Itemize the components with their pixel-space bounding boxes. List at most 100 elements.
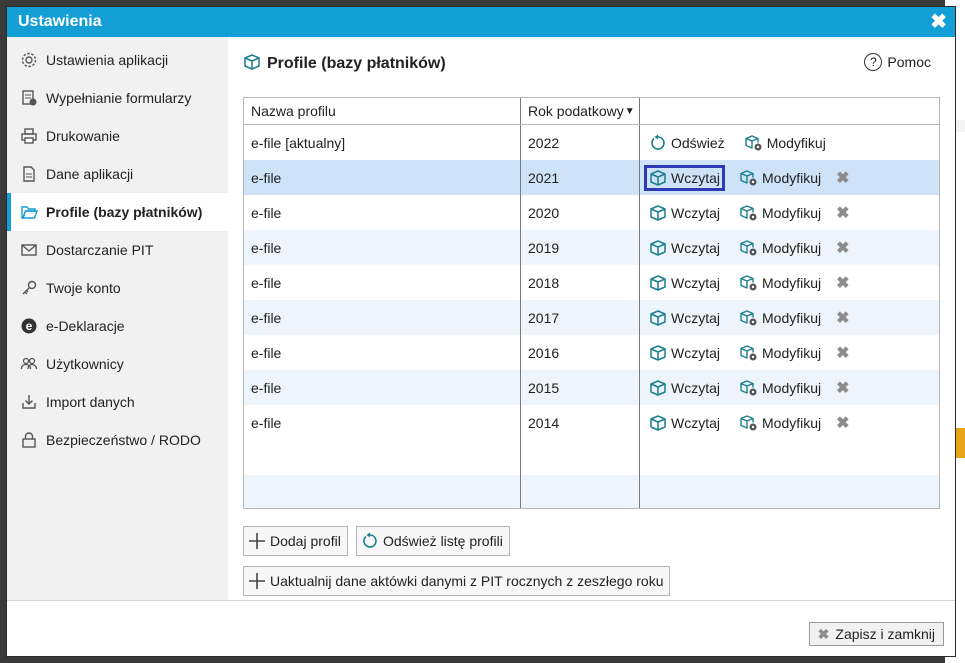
modify-button[interactable]: Modyfikuj (735, 165, 826, 191)
table-row[interactable]: e-file 2018 Wczytaj Modyfikuj ✖ (244, 265, 939, 300)
sidebar-item-profiles[interactable]: Profile (bazy płatników) (7, 193, 228, 231)
table-row[interactable]: e-file 2015 Wczytaj Modyfikuj ✖ (244, 370, 939, 405)
sidebar-item-users[interactable]: Użytkownicy (7, 345, 228, 383)
sidebar-item-printing[interactable]: Drukowanie (7, 117, 228, 155)
table-row[interactable]: e-file [aktualny] 2022 Odśwież Modyfikuj (244, 125, 939, 160)
users-icon (19, 354, 39, 374)
add-profile-button[interactable]: Dodaj profil (243, 526, 348, 556)
delete-icon[interactable]: ✖ (836, 413, 849, 433)
sidebar-item-e-declarations[interactable]: e e-Deklaracje (7, 307, 228, 345)
load-button[interactable]: Wczytaj (644, 200, 725, 226)
modify-button[interactable]: Modyfikuj (735, 235, 826, 261)
delete-icon[interactable]: ✖ (836, 168, 849, 188)
column-header-name[interactable]: Nazwa profilu (244, 98, 521, 124)
update-data-button[interactable]: Uaktualnij dane aktówki danymi z PIT roc… (243, 566, 671, 596)
modify-button[interactable]: Modyfikuj (740, 130, 831, 156)
table-row[interactable]: e-file 2016 Wczytaj Modyfikuj ✖ (244, 335, 939, 370)
cell-year: 2019 (521, 230, 640, 265)
box-gear-icon (740, 309, 758, 327)
load-label: Wczytaj (671, 169, 720, 186)
modify-label: Modyfikuj (762, 274, 822, 291)
load-button[interactable]: Wczytaj (644, 410, 725, 436)
empty-cell (244, 475, 521, 508)
plus-icon (248, 572, 266, 590)
load-button[interactable]: Wczytaj (644, 340, 725, 366)
table-row[interactable]: e-file 2017 Wczytaj Modyfikuj ✖ (244, 300, 939, 335)
sidebar-item-form-filling[interactable]: Wypełnianie formularzy (7, 79, 228, 117)
modify-button[interactable]: Modyfikuj (735, 375, 826, 401)
modify-button[interactable]: Modyfikuj (735, 270, 826, 296)
save-and-close-button[interactable]: ✖ Zapisz i zamknij (808, 622, 944, 646)
load-button[interactable]: Wczytaj (644, 375, 725, 401)
page-title: Profile (bazy płatników) (267, 54, 446, 72)
sidebar-item-app-settings[interactable]: Ustawienia aplikacji (7, 41, 228, 79)
table-row[interactable]: e-file 2021 Wczytaj Modyfikuj ✖ (244, 160, 939, 195)
load-label: Wczytaj (671, 379, 720, 396)
column-header-label: Nazwa profilu (251, 103, 336, 119)
box-icon (649, 204, 667, 222)
close-icon[interactable]: ✖ (930, 12, 947, 32)
empty-row (244, 440, 939, 475)
cell-name: e-file [aktualny] (244, 125, 521, 160)
svg-text:e: e (26, 319, 33, 333)
sidebar-item-app-data[interactable]: Dane aplikacji (7, 155, 228, 193)
sidebar-item-pit-delivery[interactable]: Dostarczanie PIT (7, 231, 228, 269)
sidebar-item-label: Import danych (46, 394, 135, 410)
modify-label: Modyfikuj (762, 344, 822, 361)
refresh-icon (361, 532, 379, 550)
delete-icon[interactable]: ✖ (836, 273, 849, 293)
dialog-footer: ✖ Zapisz i zamknij (7, 600, 955, 656)
sidebar-item-label: Profile (bazy płatników) (46, 204, 203, 220)
delete-icon[interactable]: ✖ (836, 203, 849, 223)
load-button[interactable]: Wczytaj (644, 235, 725, 261)
sidebar-item-label: Dane aplikacji (46, 166, 134, 182)
column-header-label: Rok podatkowy (528, 103, 624, 119)
modify-button[interactable]: Modyfikuj (735, 200, 826, 226)
load-button[interactable]: Wczytaj (644, 270, 725, 296)
sidebar-item-label: Twoje konto (46, 280, 121, 296)
load-label: Wczytaj (671, 274, 720, 291)
sidebar-item-account[interactable]: Twoje konto (7, 269, 228, 307)
empty-cell (521, 475, 640, 508)
box-gear-icon (740, 344, 758, 362)
delete-icon[interactable]: ✖ (836, 308, 849, 328)
cell-name: e-file (244, 405, 521, 440)
plus-icon (248, 532, 266, 550)
empty-row (244, 475, 939, 508)
sidebar-item-import[interactable]: Import danych (7, 383, 228, 421)
printer-icon (19, 126, 39, 146)
modify-button[interactable]: Modyfikuj (735, 410, 826, 436)
box-gear-icon (740, 379, 758, 397)
load-button[interactable]: Wczytaj (644, 305, 725, 331)
modify-label: Modyfikuj (762, 379, 822, 396)
cell-year: 2014 (521, 405, 640, 440)
cell-actions: Wczytaj Modyfikuj ✖ (640, 370, 939, 405)
cell-name: e-file (244, 370, 521, 405)
table-row[interactable]: e-file 2019 Wczytaj Modyfikuj ✖ (244, 230, 939, 265)
cell-name: e-file (244, 230, 521, 265)
modify-label: Modyfikuj (762, 204, 822, 221)
refresh-button[interactable]: Odśwież (644, 130, 730, 156)
box-gear-icon (740, 274, 758, 292)
load-label: Wczytaj (671, 239, 720, 256)
form-fill-icon (19, 88, 39, 108)
load-button[interactable]: Wczytaj (644, 164, 725, 191)
sidebar-item-security[interactable]: Bezpieczeństwo / RODO (7, 421, 228, 459)
table-row[interactable]: e-file 2014 Wczytaj Modyfikuj ✖ (244, 405, 939, 440)
table-row[interactable]: e-file 2020 Wczytaj Modyfikuj ✖ (244, 195, 939, 230)
question-icon: ? (864, 53, 883, 71)
help-button[interactable]: ? Pomoc (864, 53, 931, 71)
column-header-year[interactable]: Rok podatkowy ▼ (521, 98, 640, 124)
cell-actions: Wczytaj Modyfikuj ✖ (640, 335, 939, 370)
sidebar-item-label: Bezpieczeństwo / RODO (46, 432, 201, 448)
delete-icon[interactable]: ✖ (836, 238, 849, 258)
empty-cell (521, 440, 640, 475)
delete-icon[interactable]: ✖ (836, 343, 849, 363)
modify-button[interactable]: Modyfikuj (735, 305, 826, 331)
load-label: Wczytaj (671, 309, 720, 326)
modify-button[interactable]: Modyfikuj (735, 340, 826, 366)
refresh-list-button[interactable]: Odśwież listę profili (356, 526, 510, 556)
modify-label: Modyfikuj (762, 309, 822, 326)
add-profile-label: Dodaj profil (270, 533, 341, 549)
delete-icon[interactable]: ✖ (836, 378, 849, 398)
